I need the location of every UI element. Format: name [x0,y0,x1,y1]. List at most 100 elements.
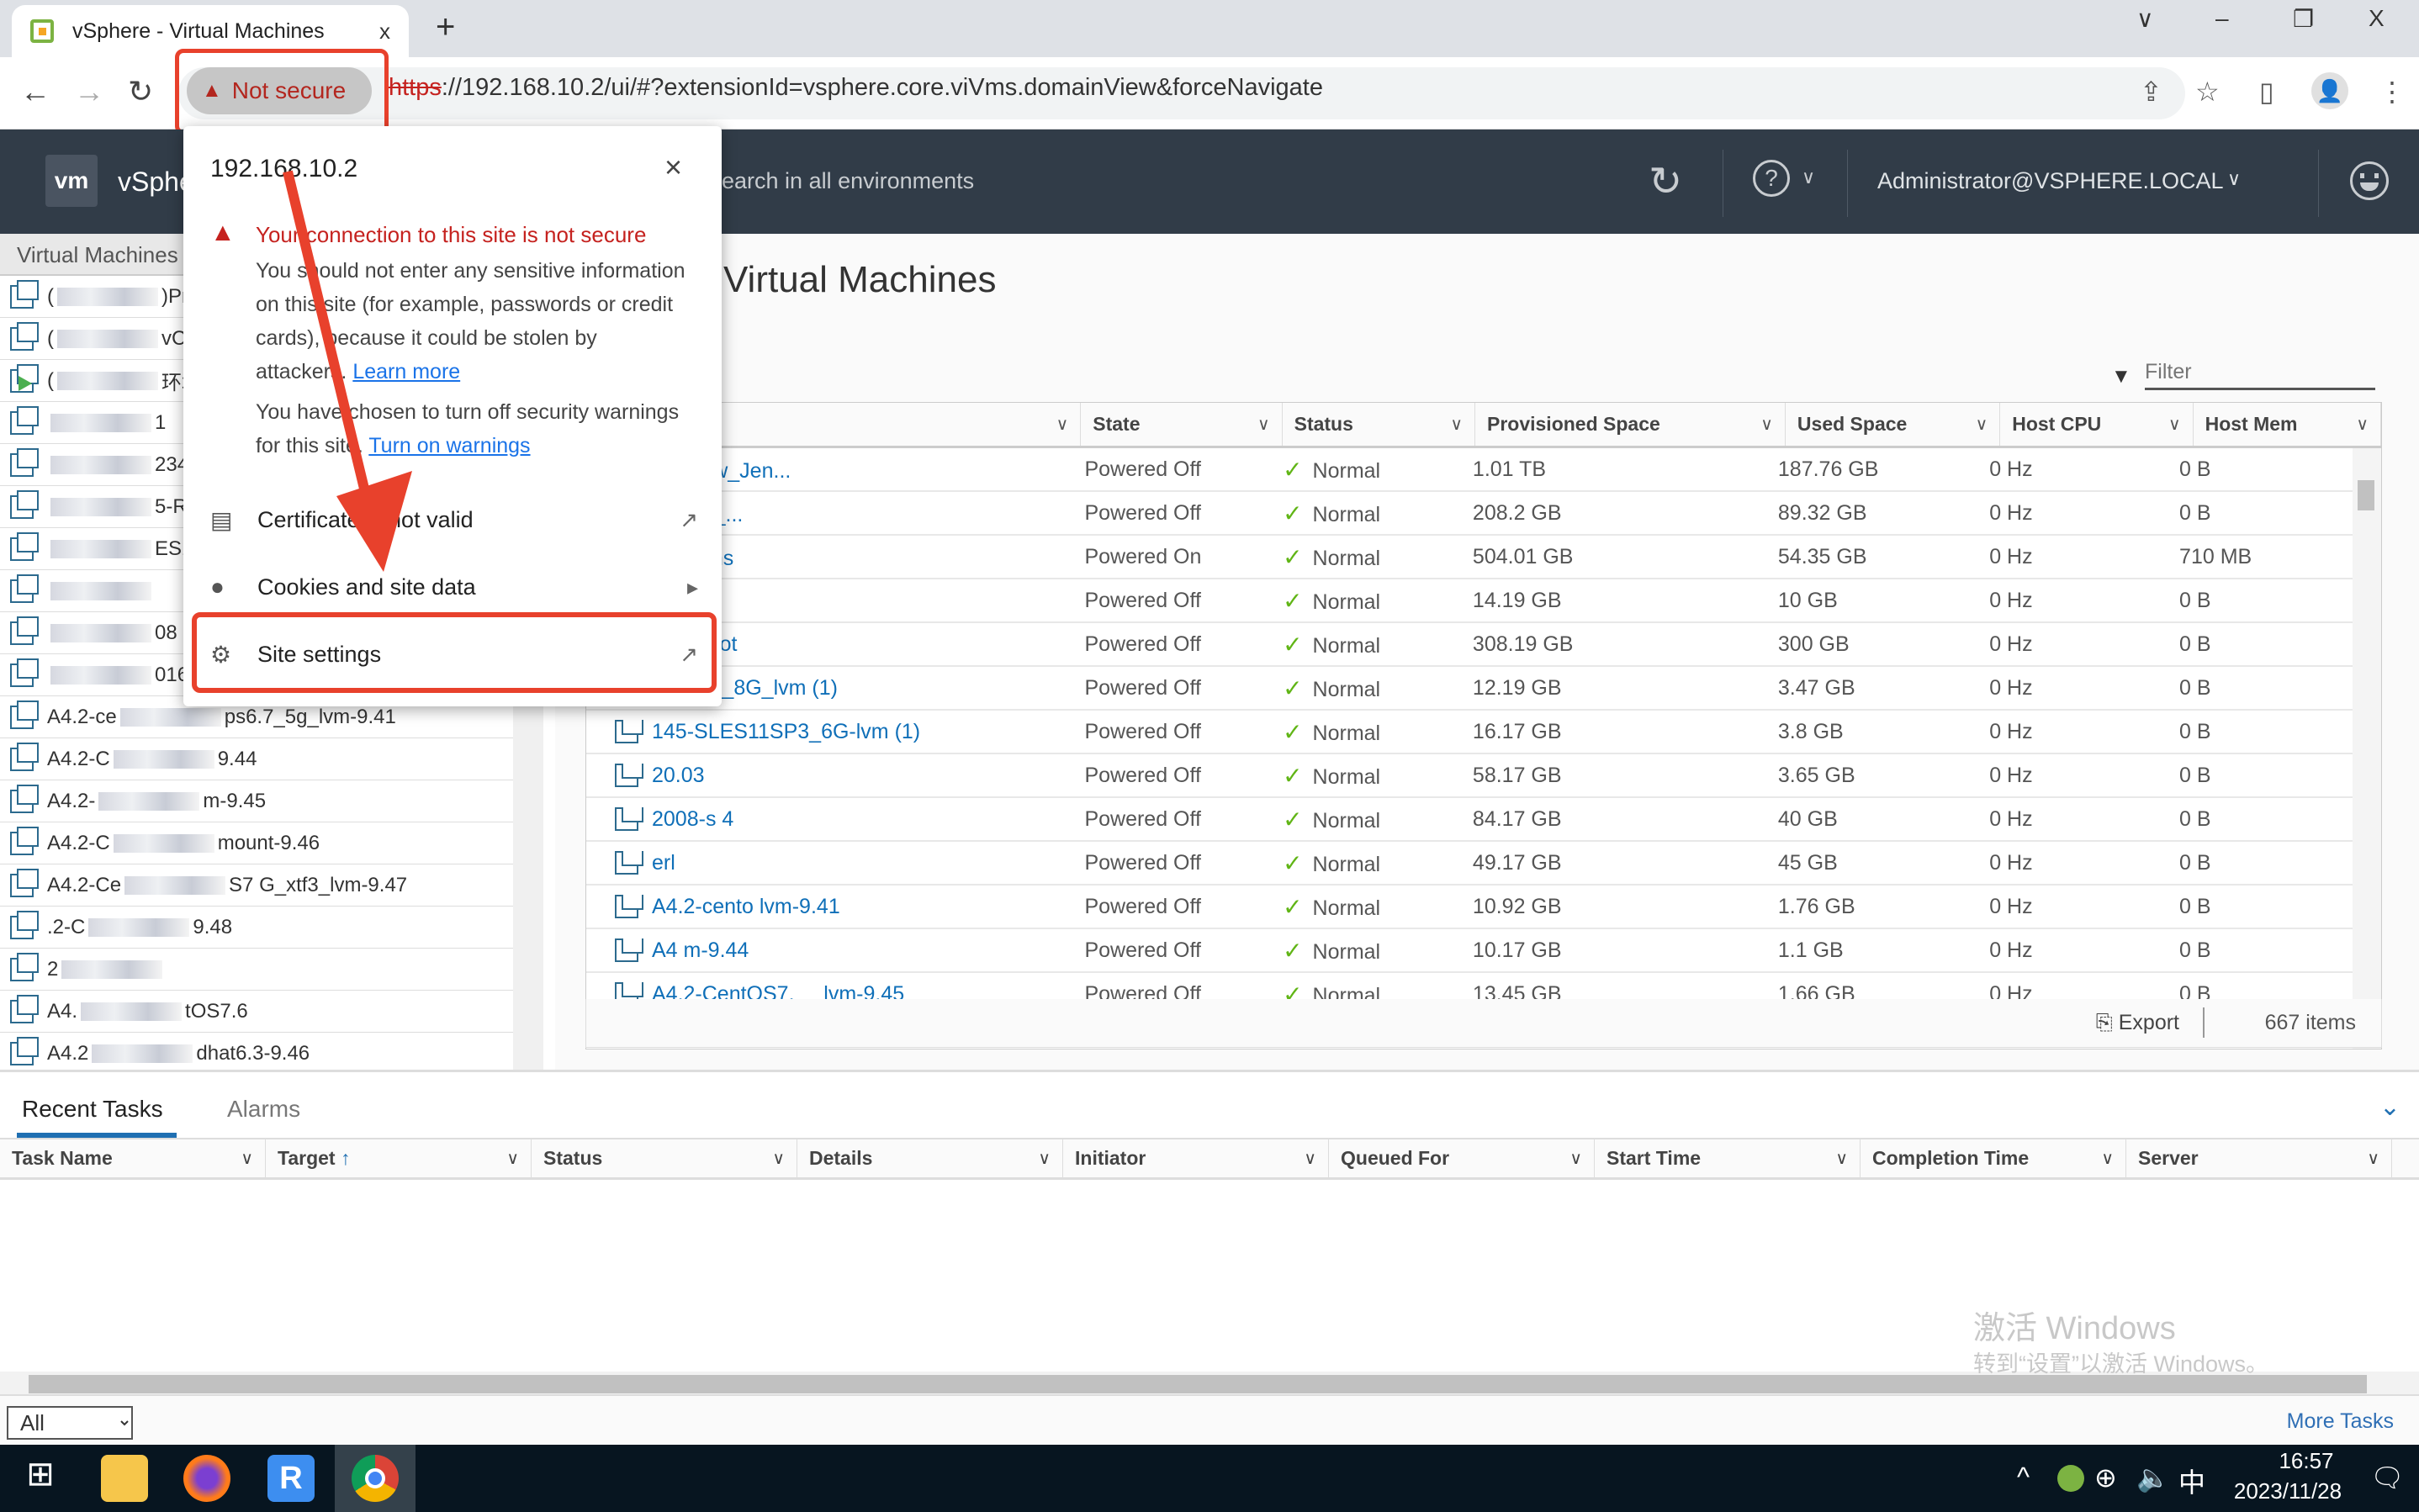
export-button[interactable]: ⎘ Export [2096,1011,2179,1035]
chevron-down-icon[interactable]: ∨ [1056,414,1069,435]
clock-time[interactable]: 16:57 [2247,1448,2365,1474]
chevron-down-icon[interactable]: ∨ [506,1148,519,1169]
tray-app-icon[interactable] [2057,1465,2084,1492]
refresh-icon[interactable]: ↻ [1649,158,1682,205]
user-menu[interactable]: Administrator@VSPHERE.LOCAL [1877,168,2224,194]
chevron-down-icon[interactable]: ∨ [1760,414,1773,435]
star-icon[interactable]: ☆ [2195,76,2220,108]
vm-name-link[interactable]: 20.03 [652,764,705,788]
windows-start-icon[interactable]: ⊞ [17,1455,64,1502]
profile-icon[interactable]: 👤 [2311,72,2348,109]
column-header[interactable]: State ∨ [1081,403,1283,446]
restore-button[interactable]: ❐ [2293,5,2314,33]
vm-name-link[interactable]: A4 m-9.44 [652,938,749,963]
close-icon[interactable]: × [664,150,682,185]
learn-more-link[interactable]: Learn more [352,360,460,383]
tree-item[interactable]: 2 [0,949,513,991]
table-row[interactable]: A4 m-9.44 Powered Off ✓ Normal 10.17 GB 1.1 G… [586,929,2353,973]
tasks-column-header[interactable]: Completion Time ∨ [1861,1139,2126,1177]
new-tab-button[interactable]: + [436,8,455,46]
more-tasks-link[interactable]: More Tasks [2287,1409,2394,1434]
column-header[interactable]: Used Space ∨ [1786,403,2001,446]
menu-icon[interactable]: ⋮ [2379,76,2406,108]
column-header[interactable]: Host CPU ∨ [2000,403,2194,446]
share-icon[interactable]: ⇪ [2140,76,2162,108]
chrome-icon[interactable] [352,1455,399,1502]
tree-item[interactable]: A4.2-C 9.44 [0,738,513,780]
table-row[interactable]: 2008-s 4 Powered Off ✓ Normal 84.17 GB 40 GB 0… [586,798,2353,842]
cell-name[interactable]: 2008-s 4 [586,806,1072,832]
chevron-down-icon[interactable]: ∨ [2356,414,2369,435]
tree-item[interactable]: A4.2-Ce S7 G_xtf3_lvm-9.47 [0,864,513,907]
tasks-column-header[interactable]: Target ↑ ∨ [266,1139,532,1177]
cell-name[interactable]: 145-SLES11SP3_6G-lvm (1) [586,719,1072,744]
global-search-input[interactable]: Search in all environments [707,168,974,194]
cell-name[interactable]: 20.03 [586,763,1072,788]
table-row[interactable]: Powered Off ✓ Normal 14.19 GB 10 GB 0 Hz 0 B [586,579,2353,623]
chevron-down-icon[interactable]: ∨ [1835,1148,1848,1169]
table-row[interactable]: snapshotPowered Off✓Normal308.19 GB300 G… [586,623,2353,667]
table-scrollbar[interactable] [2353,448,2381,1049]
close-window-button[interactable]: X [2369,5,2385,32]
column-header[interactable]: Host Mem ∨ [2194,403,2381,446]
chevron-down-icon[interactable]: ∨ [772,1148,785,1169]
file-explorer-icon[interactable] [101,1455,148,1502]
tree-item[interactable]: A4. tOS7.6 [0,991,513,1033]
filter-input[interactable] [2145,357,2375,390]
ime-indicator[interactable]: 中 [2178,1462,2205,1500]
chevron-down-icon[interactable]: ∨ [2227,168,2241,190]
tasks-column-header[interactable]: Queued For ∨ [1329,1139,1595,1177]
clock-date[interactable]: 2023/11/28 [2212,1478,2363,1504]
table-row[interactable]: erl Powered Off ✓ Normal 49.17 GB 45 GB 0 Hz 0 … [586,842,2353,886]
feedback-smiley-icon[interactable] [2350,161,2389,200]
vm-name-link[interactable]: erl [652,851,675,875]
cell-name[interactable]: A4 m-9.44 [586,938,1072,963]
chevron-down-icon[interactable]: ∨ [2168,414,2181,435]
tree-item[interactable]: .2-C 9.48 [0,907,513,949]
vm-name-link[interactable]: 145-SLES11SP3_6G-lvm (1) [652,720,920,744]
table-row[interactable]: A4.2-cento lvm-9.41 Powered Off ✓ Normal 10.… [586,886,2353,929]
table-row[interactable]: dhat6.6_8G_lvm (1) Powered Off ✓ Normal 12.1… [586,667,2353,711]
chevron-down-icon[interactable]: ∨ [1304,1148,1316,1169]
help-icon[interactable]: ? [1753,160,1790,197]
tab-alarms[interactable]: Alarms [227,1096,300,1123]
chevron-down-icon[interactable]: ∨ [2101,1148,2114,1169]
tasks-column-header[interactable]: Task Name ∨ [0,1139,266,1177]
tab-close-button[interactable]: x [379,19,390,45]
table-row[interactable]: 用) New_Jen...Powered Off✓Normal1.01 TB18… [586,448,2353,492]
vm-name-link[interactable]: 2008-s 4 [652,807,733,832]
table-row[interactable]: 境)licensPowered On✓Normal504.01 GB54.35 … [586,536,2353,579]
tray-overflow-icon[interactable]: ^ [2017,1462,2030,1493]
vm-logo[interactable]: vm [45,155,98,207]
chevron-down-icon[interactable]: ∨ [1450,414,1463,435]
chevron-down-icon[interactable]: ∨ [1976,414,1988,435]
chevron-down-icon[interactable]: ∨ [1257,414,1270,435]
tasks-column-header[interactable]: Details ∨ [797,1139,1063,1177]
column-header[interactable]: Provisioned Space ∨ [1475,403,1786,446]
rvnc-icon[interactable]: R [267,1455,315,1502]
tree-item[interactable]: A4.2 dhat6.3-9.46 [0,1033,513,1075]
tree-item[interactable]: A4.2- m-9.45 [0,780,513,822]
chevron-down-icon[interactable]: ∨ [1038,1148,1051,1169]
scrollbar-thumb[interactable] [2358,480,2374,510]
tree-item[interactable]: A4.2-C mount-9.46 [0,822,513,864]
vm-name-link[interactable]: A4.2-cento lvm-9.41 [652,895,840,919]
column-header[interactable]: Status ∨ [1283,403,1475,446]
network-icon[interactable]: ⊕ [2094,1462,2117,1493]
minimize-button[interactable]: – [2215,5,2229,32]
certificate-item[interactable]: ▤ Certificate is not valid ↗ [210,494,698,545]
forward-button[interactable]: → [74,74,104,109]
chevron-down-icon[interactable]: ∨ [1802,167,1815,188]
chevron-down-icon[interactable]: ∨ [1569,1148,1582,1169]
side-panel-icon[interactable]: ▯ [2259,76,2274,108]
collapse-panel-icon[interactable]: ⌄ [2379,1092,2400,1122]
table-row[interactable]: 20.03 Powered Off ✓ Normal 58.17 GB 3.65 GB 0 … [586,754,2353,798]
cell-name[interactable]: erl [586,850,1072,875]
tab-recent-tasks[interactable]: Recent Tasks [22,1096,163,1123]
chevron-down-icon[interactable]: ∨ [241,1148,253,1169]
table-row[interactable]: 145-SLES11SP3_6G-lvm (1) Powered Off ✓ Norm… [586,711,2353,754]
reload-button[interactable]: ↻ [128,74,153,109]
tasks-column-header[interactable]: Server ∨ [2126,1139,2392,1177]
tasks-column-header[interactable]: Start Time ∨ [1595,1139,1861,1177]
turn-on-warnings-link[interactable]: Turn on warnings [368,434,530,457]
